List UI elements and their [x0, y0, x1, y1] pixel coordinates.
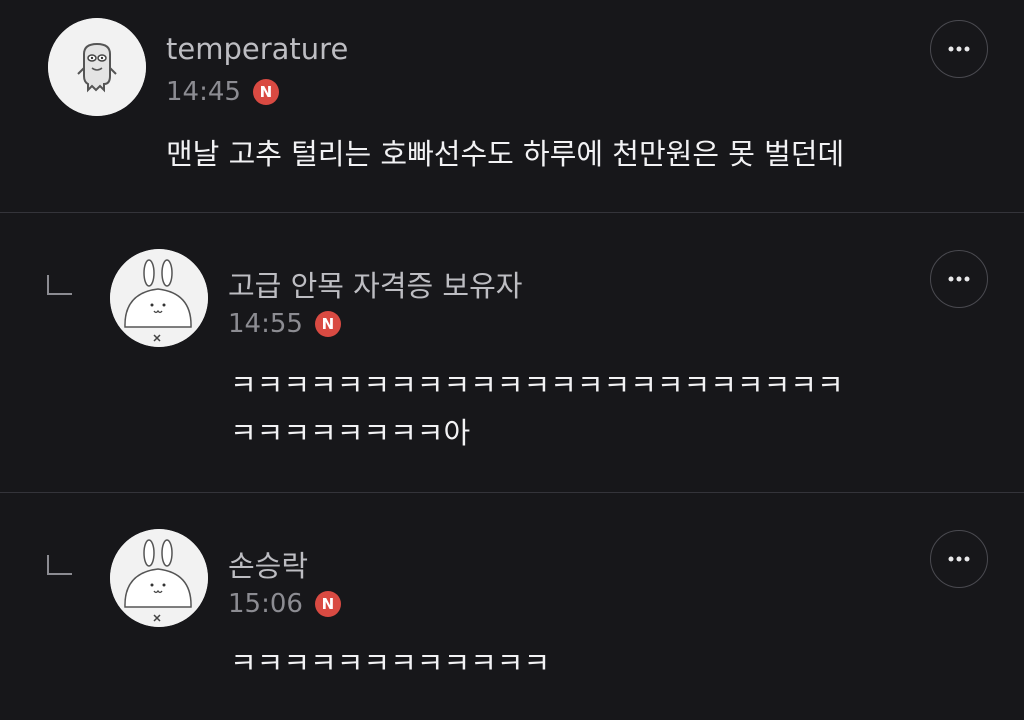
reply-arrow-icon: [47, 555, 72, 575]
new-badge: N: [314, 311, 341, 337]
comment-time: 14:55: [228, 309, 303, 339]
comment-meta: 14:45 N: [166, 77, 279, 107]
more-options-icon: [948, 556, 970, 562]
comment-text-line: ㅋㅋㅋㅋㅋㅋㅋㅋ아: [230, 416, 471, 450]
comment-meta: 14:55 N: [228, 309, 341, 339]
reply-item: 고급 안목 자격증 보유자 14:55 N ㅋㅋㅋㅋㅋㅋㅋㅋㅋㅋㅋㅋㅋㅋㅋㅋㅋㅋ…: [0, 213, 1024, 492]
comment-text-line: 맨날 고추 털리는 호빠선수도 하루에 천만원은 못 벌던데: [166, 137, 845, 171]
comment-text-line: ㅋㅋㅋㅋㅋㅋㅋㅋㅋㅋㅋㅋ: [230, 646, 551, 680]
more-options-button[interactable]: [930, 250, 988, 308]
comment-author[interactable]: temperature: [166, 32, 348, 66]
ghost-character-icon: [48, 18, 146, 116]
comment-text: 맨날 고추 털리는 호빠선수도 하루에 천만원은 못 벌던데: [166, 130, 844, 178]
more-options-button[interactable]: [930, 20, 988, 78]
comment-text: ㅋㅋㅋㅋㅋㅋㅋㅋㅋㅋㅋㅋㅋㅋㅋㅋㅋㅋㅋㅋㅋㅋㅋ ㅋㅋㅋㅋㅋㅋㅋㅋ아: [230, 361, 844, 457]
comment-author[interactable]: 손승락: [228, 543, 308, 585]
comment-meta: 15:06 N: [228, 589, 341, 619]
comment-item: temperature 14:45 N 맨날 고추 털리는 호빠선수도 하루에 …: [0, 0, 1024, 212]
avatar[interactable]: [110, 529, 208, 627]
comment-author[interactable]: 고급 안목 자격증 보유자: [228, 263, 522, 305]
new-badge: N: [314, 591, 341, 617]
new-badge: N: [252, 79, 279, 105]
reply-item: 손승락 15:06 N ㅋㅋㅋㅋㅋㅋㅋㅋㅋㅋㅋㅋ: [0, 493, 1024, 720]
comment-time: 15:06: [228, 589, 303, 619]
reply-arrow-icon: [47, 275, 72, 295]
avatar[interactable]: [110, 249, 208, 347]
more-options-icon: [948, 46, 970, 52]
comment-text-line: ㅋㅋㅋㅋㅋㅋㅋㅋㅋㅋㅋㅋㅋㅋㅋㅋㅋㅋㅋㅋㅋㅋㅋ: [230, 368, 844, 402]
comment-time: 14:45: [166, 77, 241, 107]
bunny-character-icon: [110, 529, 208, 627]
avatar[interactable]: [48, 18, 146, 116]
more-options-icon: [948, 276, 970, 282]
comment-text: ㅋㅋㅋㅋㅋㅋㅋㅋㅋㅋㅋㅋ: [230, 639, 550, 687]
bunny-character-icon: [110, 249, 208, 347]
more-options-button[interactable]: [930, 530, 988, 588]
